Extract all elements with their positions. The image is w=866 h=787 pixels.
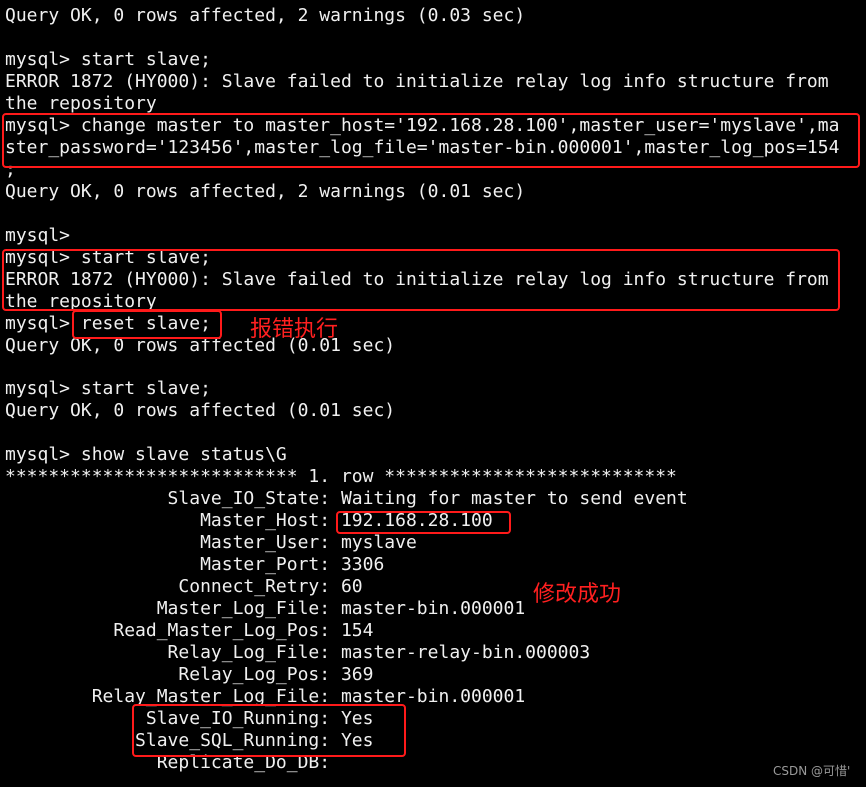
terminal-line: Master_Port: 3306 xyxy=(5,554,385,576)
highlight-change-master xyxy=(2,113,860,168)
terminal-line: mysql> start slave; xyxy=(5,378,211,400)
terminal-line: Slave_IO_State: Waiting for master to se… xyxy=(5,488,688,510)
terminal-line: Relay_Log_File: master-relay-bin.000003 xyxy=(5,642,591,664)
terminal-line: Query OK, 0 rows affected, 2 warnings (0… xyxy=(5,5,526,26)
terminal-line: mysql> show slave status\G xyxy=(5,444,287,466)
terminal-line: Connect_Retry: 60 xyxy=(5,576,363,598)
error-annotation: 报错执行 xyxy=(250,317,339,342)
terminal-line: Relay_Log_Pos: 369 xyxy=(5,664,374,686)
terminal-line: mysql> xyxy=(5,224,71,246)
terminal-line: Slave_IO_Running: Yes xyxy=(5,708,374,729)
highlight-master-host xyxy=(336,511,511,534)
terminal-line: Master_Log_File: master-bin.000001 xyxy=(5,598,526,620)
terminal-line: Query OK, 0 rows affected (0.01 sec) xyxy=(5,400,396,422)
terminal-line: Slave_SQL_Running: Yes xyxy=(5,729,374,751)
terminal-line: ERROR 1872 (HY000): Slave failed to init… xyxy=(5,70,829,92)
success-annotation: 修改成功 xyxy=(533,582,622,607)
terminal-line: Master_User: myslave xyxy=(5,532,417,554)
terminal-line: Read_Master_Log_Pos: 154 xyxy=(5,620,374,642)
terminal-line: Relay_Master_Log_File: master-bin.000001 xyxy=(5,686,526,708)
watermark: CSDN @可惜' xyxy=(773,764,851,778)
terminal-line: the repository xyxy=(5,92,157,114)
highlight-running-status xyxy=(132,704,406,757)
terminal-line: Query OK, 0 rows affected, 2 warnings (0… xyxy=(5,180,526,202)
highlight-start-slave-error xyxy=(2,249,840,311)
highlight-reset-slave xyxy=(72,310,222,339)
terminal-line: *************************** 1. row *****… xyxy=(5,466,677,488)
terminal-line: mysql> start slave; xyxy=(5,48,211,70)
terminal-line: Replicate_Do_DB: xyxy=(5,751,331,773)
